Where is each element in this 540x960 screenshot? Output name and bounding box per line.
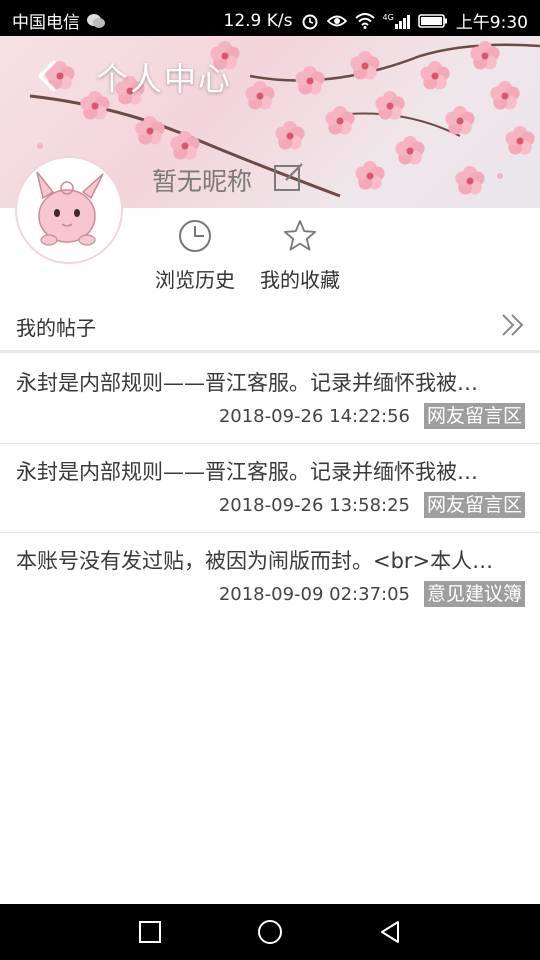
status-bar: 中国电信 12.9 K/s 4G 上午9:30 xyxy=(0,0,540,36)
edit-icon[interactable] xyxy=(272,160,306,194)
post-date: 2018-09-09 02:37:05 xyxy=(218,583,410,605)
post-title: 永封是内部规则——晋江客服。记录并缅怀我被… xyxy=(16,371,478,395)
clefairy-avatar-image xyxy=(17,158,121,262)
my-favorites-label: 我的收藏 xyxy=(260,268,340,292)
back-icon[interactable] xyxy=(376,918,404,946)
wifi-icon xyxy=(354,12,375,29)
system-nav-bar xyxy=(0,904,540,960)
post-item[interactable]: 永封是内部规则——晋江客服。记录并缅怀我被… 2018-09-26 13:58:… xyxy=(0,444,540,533)
wechat-icon xyxy=(87,13,105,28)
recent-apps-icon[interactable] xyxy=(136,918,164,946)
post-meta: 2018-09-26 13:58:25 网友留言区 xyxy=(219,492,525,518)
browse-history-button[interactable]: 浏览历史 xyxy=(145,218,245,293)
network-speed: 12.9 K/s xyxy=(223,10,293,31)
alarm-icon xyxy=(302,14,318,29)
post-title: 永封是内部规则——晋江客服。记录并缅怀我被… xyxy=(16,460,478,484)
double-chevron-right-icon[interactable] xyxy=(500,312,526,338)
section-title: 我的帖子 xyxy=(16,316,96,340)
clock-time: 上午9:30 xyxy=(455,13,528,33)
board-tag: 意见建议簿 xyxy=(423,581,525,607)
board-tag: 网友留言区 xyxy=(423,403,525,429)
browse-history-label: 浏览历史 xyxy=(155,268,235,292)
my-posts-header[interactable]: 我的帖子 xyxy=(0,300,540,353)
home-icon[interactable] xyxy=(256,918,284,946)
post-meta: 2018-09-26 14:22:56 网友留言区 xyxy=(219,403,525,429)
post-item[interactable]: 本账号没有发过贴，被因为闹版而封。<br>本人… 2018-09-09 02:3… xyxy=(0,533,540,621)
post-date: 2018-09-26 14:22:56 xyxy=(218,405,410,427)
post-item[interactable]: 永封是内部规则——晋江客服。记录并缅怀我被… 2018-09-26 14:22:… xyxy=(0,355,540,444)
back-arrow-icon[interactable] xyxy=(28,54,68,98)
battery-icon xyxy=(418,13,447,28)
eye-icon xyxy=(326,15,347,26)
my-favorites-button[interactable]: 我的收藏 xyxy=(250,218,350,293)
post-title: 本账号没有发过贴，被因为闹版而封。<br>本人… xyxy=(16,549,494,573)
avatar[interactable] xyxy=(15,156,123,264)
board-tag: 网友留言区 xyxy=(423,492,525,518)
post-date: 2018-09-26 13:58:25 xyxy=(218,494,410,516)
clock-icon xyxy=(179,220,211,252)
page-title: 个人中心 xyxy=(96,60,233,98)
star-icon xyxy=(283,220,317,251)
post-meta: 2018-09-09 02:37:05 意见建议簿 xyxy=(219,581,525,607)
carrier-label: 中国电信 xyxy=(12,13,80,33)
network-type: 4G xyxy=(382,12,394,22)
signal-icon: 4G xyxy=(383,13,410,29)
nickname-label[interactable]: 暂无昵称 xyxy=(152,162,252,198)
